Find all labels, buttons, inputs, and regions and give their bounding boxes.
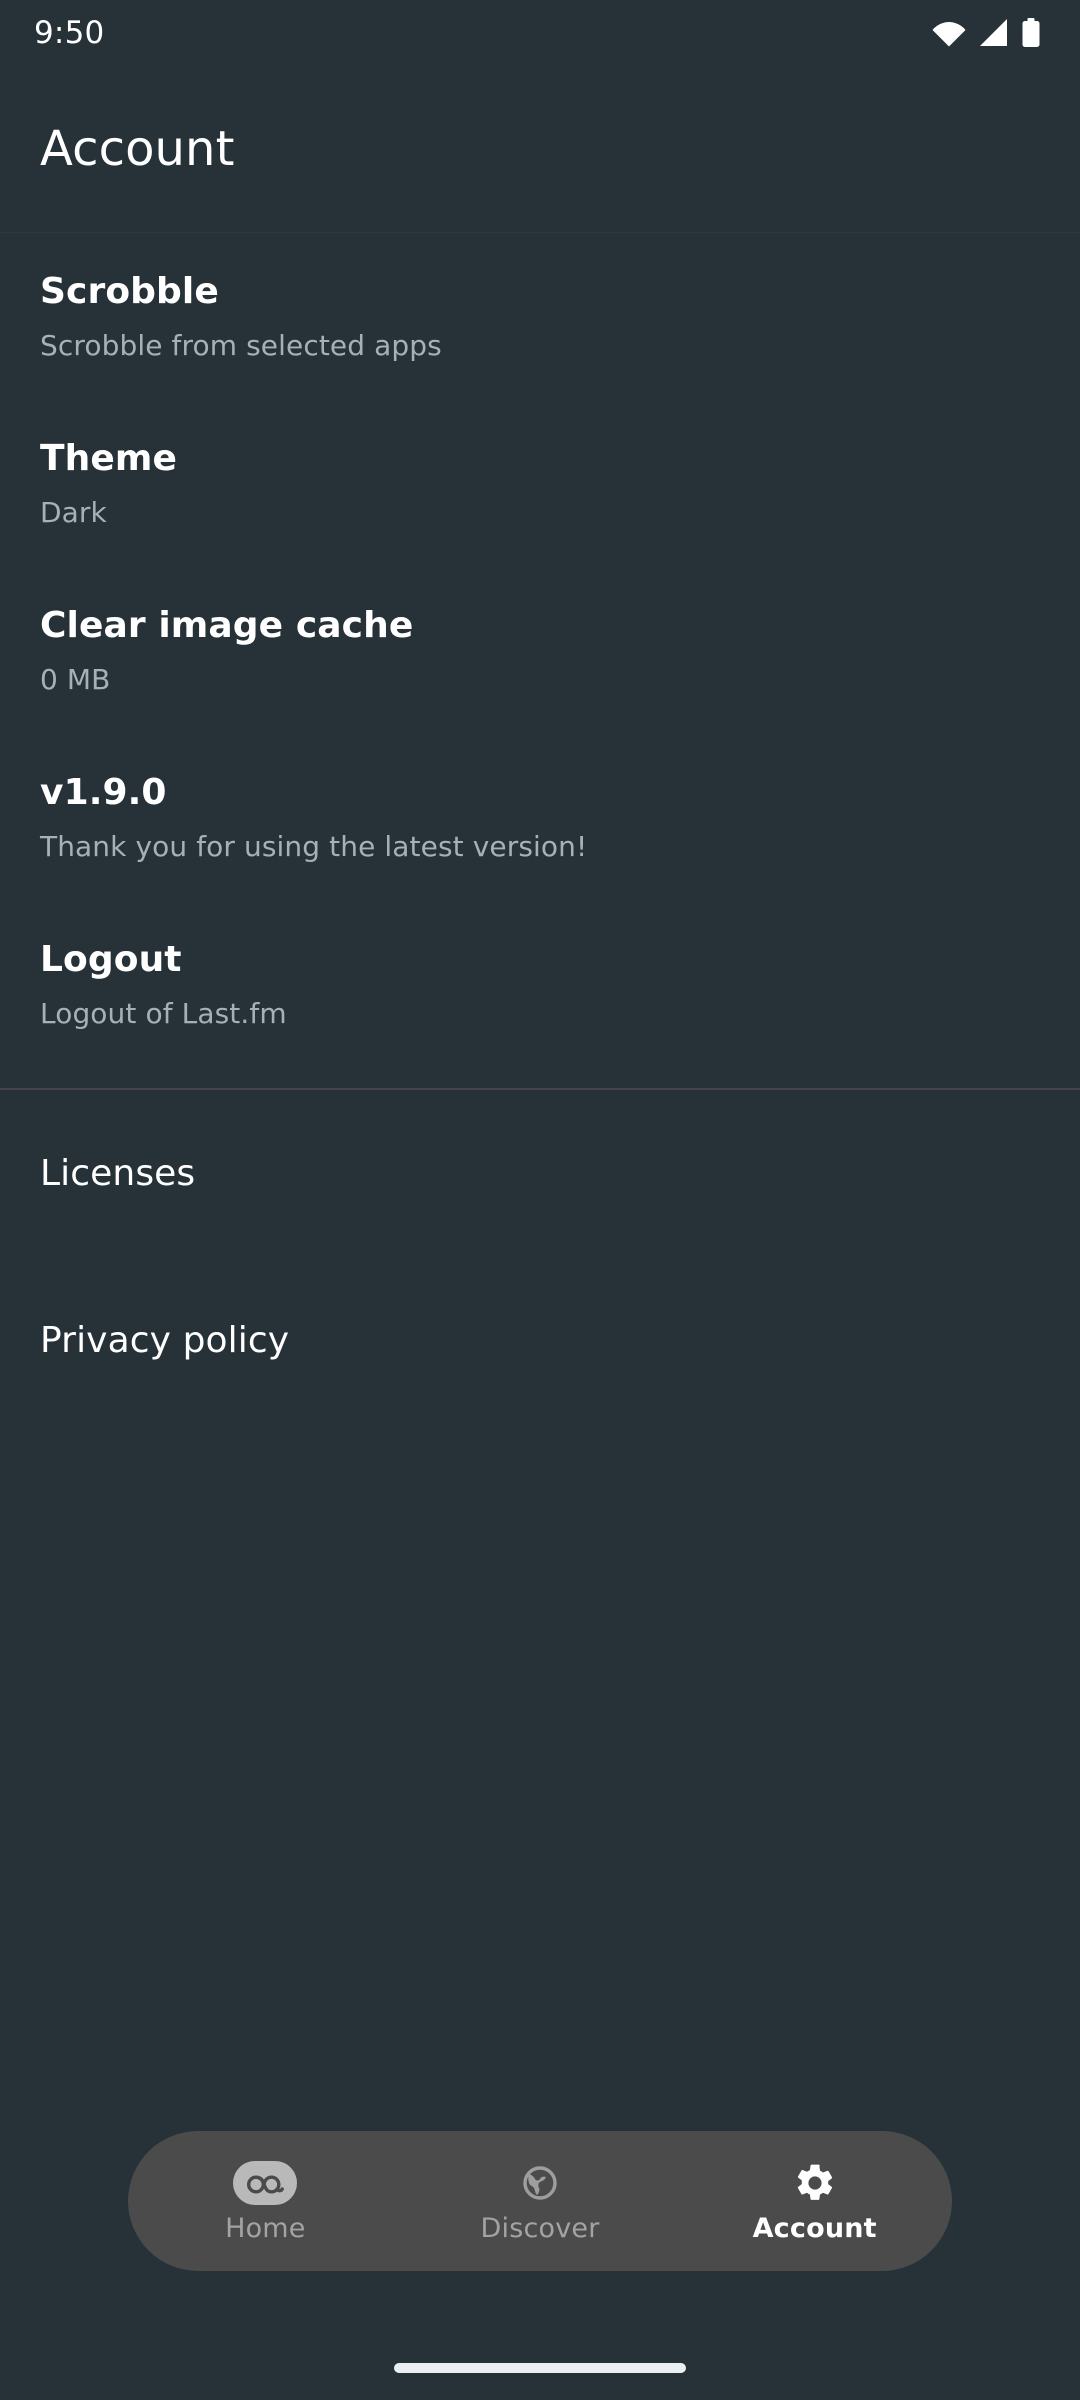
app-bar: Account <box>0 66 1080 232</box>
link-label: Licenses <box>40 1152 196 1194</box>
status-bar: 9:50 <box>0 0 1080 66</box>
setting-row-scrobble[interactable]: Scrobble Scrobble from selected apps <box>0 233 1080 400</box>
setting-subtitle: Logout of Last.fm <box>40 996 287 1030</box>
links-list: Licenses Privacy policy <box>0 1090 1080 1424</box>
page-title: Account <box>40 121 235 177</box>
setting-row-version[interactable]: v1.9.0 Thank you for using the latest ve… <box>0 734 1080 901</box>
bottom-navigation-bar: Home Discover Account <box>128 2131 952 2271</box>
battery-icon <box>1022 18 1040 48</box>
status-bar-icons <box>932 18 1040 48</box>
lastfm-as-logo-icon <box>233 2160 298 2205</box>
link-row-licenses[interactable]: Licenses <box>0 1090 1080 1257</box>
nav-label: Home <box>225 2212 306 2244</box>
globe-icon <box>508 2161 572 2205</box>
nav-item-discover[interactable]: Discover <box>403 2131 678 2271</box>
nav-item-home[interactable]: Home <box>128 2131 403 2271</box>
setting-title: Scrobble <box>40 271 219 313</box>
setting-title: Logout <box>40 939 182 981</box>
status-bar-clock: 9:50 <box>34 14 105 51</box>
setting-subtitle: 0 MB <box>40 662 111 696</box>
setting-row-theme[interactable]: Theme Dark <box>0 400 1080 567</box>
settings-list: Scrobble Scrobble from selected apps The… <box>0 233 1080 1068</box>
nav-label: Discover <box>480 2212 600 2244</box>
cellular-signal-icon <box>979 19 1009 47</box>
link-row-privacy-policy[interactable]: Privacy policy <box>0 1257 1080 1424</box>
setting-subtitle: Scrobble from selected apps <box>40 328 442 362</box>
setting-title: v1.9.0 <box>40 772 167 814</box>
setting-title: Theme <box>40 438 178 480</box>
setting-subtitle: Thank you for using the latest version! <box>40 829 588 863</box>
setting-row-logout[interactable]: Logout Logout of Last.fm <box>0 901 1080 1068</box>
nav-item-account[interactable]: Account <box>677 2131 952 2271</box>
nav-label: Account <box>752 2212 877 2244</box>
wifi-icon <box>932 19 966 47</box>
setting-title: Clear image cache <box>40 605 414 647</box>
setting-row-clear-image-cache[interactable]: Clear image cache 0 MB <box>0 567 1080 734</box>
link-label: Privacy policy <box>40 1319 290 1361</box>
setting-subtitle: Dark <box>40 495 107 529</box>
gesture-home-indicator[interactable] <box>394 2363 686 2373</box>
gear-icon <box>783 2161 847 2205</box>
